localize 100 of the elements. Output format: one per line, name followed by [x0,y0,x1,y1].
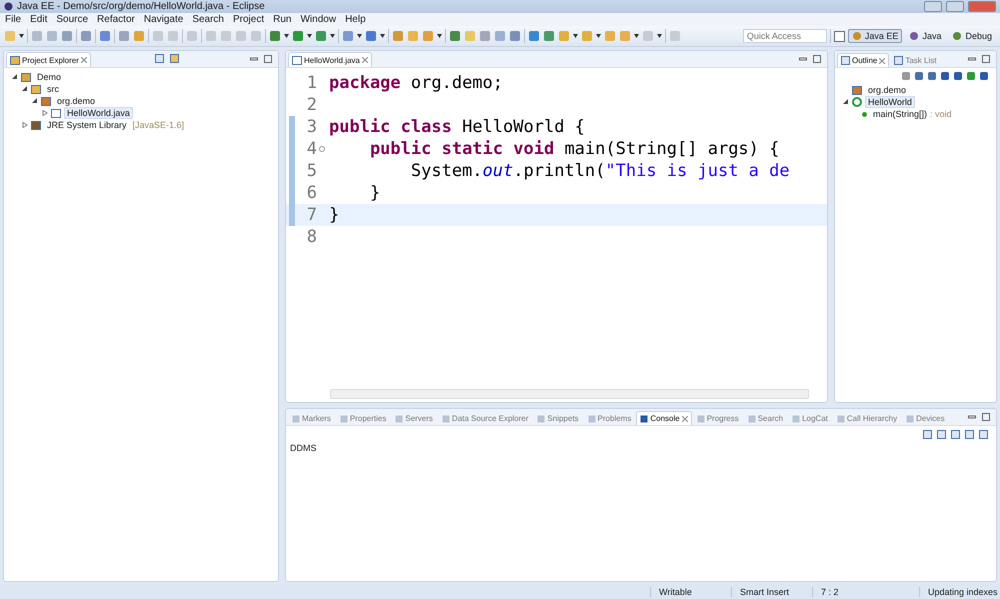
line-number: 8 [306,227,317,247]
caret-icon[interactable] [380,34,385,38]
collapsed-arrow-icon[interactable] [42,110,48,116]
maximize-icon[interactable] [264,55,272,63]
tree-item[interactable]: org.demo [865,84,910,96]
close-icon[interactable] [362,57,368,63]
caret-icon[interactable] [437,34,442,38]
maximize-icon[interactable] [982,413,990,421]
minimize-button[interactable] [924,1,942,12]
perspective-button[interactable]: Java EE [848,29,902,43]
tree-item[interactable]: src [44,83,62,95]
caret-icon[interactable] [284,34,289,38]
perspective-button[interactable]: Java [905,29,946,43]
panel-tab[interactable]: Console [636,411,692,425]
code-line: public class HelloWorld { [328,117,585,137]
restore-button[interactable] [946,1,964,12]
app-icon [4,2,13,11]
panel-tab[interactable]: Properties [336,411,390,425]
dot-icon [862,112,867,116]
maximize-icon[interactable] [813,55,821,63]
expanded-arrow-icon[interactable] [843,99,849,105]
code-line: System.out.println("This is just a de [410,161,790,181]
menu-item[interactable]: Search [192,14,224,25]
minimize-icon[interactable] [968,413,976,421]
line-number: 4 [306,139,317,159]
tree-item[interactable]: Demo [34,71,64,83]
caret-icon[interactable] [573,34,578,38]
menu-item[interactable]: Help [345,14,366,25]
panel-tab[interactable]: Data Source Explorer [438,411,532,425]
tree-item[interactable]: org.demo [54,95,98,107]
perspective-button[interactable]: Debug [948,29,996,43]
status-text: Writable [650,586,731,596]
caret-icon[interactable] [634,34,639,38]
tree-item[interactable]: JRE System Library [44,119,130,131]
caret-icon[interactable] [307,34,312,38]
panel-tab[interactable]: Search [744,411,788,425]
line-number: 1 [306,73,317,93]
line-number: 2 [306,95,317,115]
panel-tab[interactable]: LogCat [788,411,832,425]
status-text: 7 : 2 [812,586,919,596]
caret-icon[interactable] [657,34,662,38]
code-line: package org.demo; [328,73,504,93]
panel-tab[interactable]: Outline [837,53,890,67]
caret-icon[interactable] [19,34,24,38]
menu-item[interactable]: Source [56,14,88,25]
menu-item[interactable]: Window [300,14,336,25]
fold-icon[interactable] [319,146,325,152]
collapse-all-icon[interactable] [155,54,164,63]
tree-item[interactable]: HelloWorld.java [64,107,133,119]
line-number: 5 [306,161,317,181]
minimize-icon[interactable] [799,55,807,63]
menu-item[interactable]: Navigate [144,14,184,25]
code-line: public static void main(String[] args) { [368,139,780,159]
close-icon[interactable] [682,416,688,422]
panel-tab[interactable]: Project Explorer [6,52,91,67]
expanded-arrow-icon[interactable] [22,86,28,92]
panel-tab[interactable]: Problems [584,411,636,425]
expanded-arrow-icon[interactable] [32,98,38,104]
folder-icon [10,55,20,65]
caret-icon[interactable] [596,34,601,38]
menu-item[interactable]: Run [273,14,292,25]
editor-tab[interactable]: HelloWorld.java [288,52,372,67]
menu-item[interactable]: Project [233,14,264,25]
panel-tab[interactable]: Devices [902,411,949,425]
expanded-arrow-icon[interactable] [12,74,18,80]
minimize-icon[interactable] [250,55,258,63]
close-icon[interactable] [879,58,886,64]
caret-icon[interactable] [357,34,362,38]
window-title: Java EE - Demo/src/org/demo/HelloWorld.java - Eclipse [17,1,266,12]
line-number: 7 [306,205,317,225]
collapsed-arrow-icon[interactable] [22,122,28,128]
quick-access-field[interactable]: Quick Access [742,29,827,43]
console-title: DDMS [289,443,318,453]
panel-tab[interactable]: Servers [391,411,437,425]
panel-tab[interactable]: Snippets [533,411,583,425]
return-type: : void [930,109,952,119]
menu-item[interactable]: File [5,14,22,25]
library-version: [JavaSE-1.6] [132,120,184,130]
tree-item[interactable]: HelloWorld [865,96,915,108]
minimize-icon[interactable] [968,55,976,63]
caret-icon[interactable] [330,34,335,38]
class-icon [852,97,862,107]
panel-tab[interactable]: Markers [288,411,335,425]
code-line: } [368,183,380,203]
menu-item[interactable]: Edit [30,14,48,25]
status-text: Updating indexes [919,586,1000,596]
line-number: 6 [306,183,317,203]
folder-icon [31,84,41,94]
close-icon[interactable] [80,57,87,63]
panel-tab[interactable]: Task List [890,53,940,67]
open-perspective-icon[interactable] [834,30,845,42]
horizontal-scrollbar[interactable] [330,389,809,399]
status-text: Smart Insert [731,586,812,596]
code-line: } [328,205,340,225]
panel-tab[interactable]: Progress [692,411,743,425]
menu-item[interactable]: Refactor [97,14,135,25]
tree-item[interactable]: main(String[]) [870,108,930,120]
maximize-icon[interactable] [982,55,990,63]
panel-tab[interactable]: Call Hierarchy [832,411,902,425]
line-number: 3 [306,117,317,137]
